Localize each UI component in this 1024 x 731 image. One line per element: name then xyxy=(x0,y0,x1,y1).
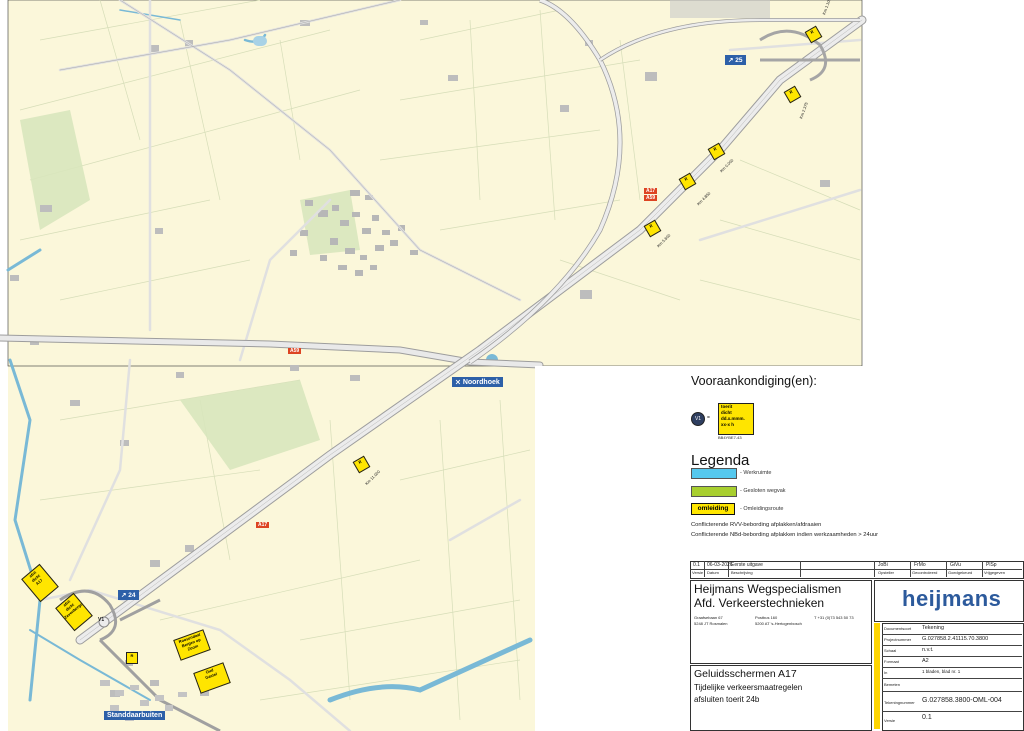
legend-label-gesloten: - Gesloten wegvak xyxy=(740,488,786,494)
legend-note-1: Conflicterende RVV-bebording afplakken/a… xyxy=(691,522,822,528)
legend-swatch-werkruimte xyxy=(691,468,737,479)
v1-sign-code: BB4YBE7-43 xyxy=(718,435,742,440)
place-label-standdaarbuiten: Standdaarbuiten xyxy=(104,711,166,720)
legend-swatch-gesloten xyxy=(691,486,737,497)
noordhoek-name: Noordhoek xyxy=(462,379,500,386)
title-block: 0.1 06-03-2026 Eerste uitgave JoBi FrMo … xyxy=(690,561,1024,731)
company-department: Afd. Verkeerstechnieken xyxy=(694,596,825,610)
rev-hdr-gecontroleerd: Gecontroleerd xyxy=(912,570,938,575)
rev-hdr-opsteller: Opsteller xyxy=(878,570,895,575)
legend-omleiding-box: omleiding xyxy=(691,503,735,515)
legend-title: Vooraankondiging(en): xyxy=(691,374,817,388)
v1-sign-line4: xx-x h xyxy=(721,422,735,427)
rev-version: 0.1 xyxy=(693,562,700,568)
fields-accent-bar xyxy=(874,623,880,729)
pond-top xyxy=(253,36,267,46)
exit-25-number: 25 xyxy=(735,57,743,64)
rev-hdr-goedgekeurd: Goedgekeurd xyxy=(948,570,973,575)
project-subtitle-2: afsluiten toerit 24b xyxy=(694,695,760,704)
project-subtitle-1: Tijdelijke verkeersmaatregelen xyxy=(694,683,803,692)
address-street: Graafsebaan 67 xyxy=(694,615,723,620)
field-value-formaat: A2 xyxy=(922,658,929,664)
field-label-tekeningnummer: Tekeningnummer xyxy=(884,700,915,705)
company-name: Heijmans Wegspecialismen xyxy=(694,582,842,596)
v1-equals: = xyxy=(707,415,710,421)
exit-24-number: 24 xyxy=(128,592,136,599)
field-value-in: 1 bladen, blad nr. 1 xyxy=(922,669,961,674)
industrial-area xyxy=(670,0,770,18)
v1-map-marker: V1 xyxy=(98,617,105,623)
heijmans-logo: heijmans xyxy=(902,586,1002,611)
address-phone: T +31 (0)73 543 50 73 xyxy=(814,615,854,620)
rev-hdr-beschrijving: Beschrijving xyxy=(731,570,753,575)
road-shield-a59: A59 xyxy=(288,348,302,354)
field-value-versie: 0.1 xyxy=(922,714,932,721)
rev-vrijgegeven: PlSp xyxy=(986,562,997,568)
rev-goedgekeurd: GiVu xyxy=(950,562,961,568)
place-label-noordhoek: ⨯ Noordhoek xyxy=(452,377,503,387)
field-value-projectnummer: G.027858.2.41115.70.3800 xyxy=(922,636,989,642)
field-label-bemeten: Bemeten xyxy=(884,682,901,687)
road-shield-a17: A17 xyxy=(256,522,270,528)
field-label-schaal: Schaal xyxy=(884,648,897,653)
rev-description: Eerste uitgave xyxy=(731,562,763,568)
rev-gecontroleerd: FrMo xyxy=(914,562,926,568)
rev-hdr-datum: Datum xyxy=(707,570,719,575)
legend-panel: Vooraankondiging(en): V1 = toerit dicht … xyxy=(535,366,1024,731)
address-city: 5248 JT Rosmalen xyxy=(694,621,728,626)
field-value-schaal: n.v.t. xyxy=(922,647,934,653)
exit-25-label: ↗ 25 xyxy=(725,55,746,65)
legend-label-werkruimte: - Werkruimte xyxy=(740,470,772,476)
road-shield-a59-top: A59 xyxy=(644,195,658,201)
rev-opsteller: JoBi xyxy=(878,562,888,568)
rev-hdr-vrijgegeven: Vrijgegeven xyxy=(984,570,1005,575)
rev-hdr-versie: Versie xyxy=(692,570,704,575)
field-label-formaat: Formaat xyxy=(884,659,899,664)
field-label-projectnummer: Projectnummer xyxy=(884,637,912,642)
legenda-title: Legenda xyxy=(691,452,750,469)
field-label-documentsoort: Documentsoort xyxy=(884,626,912,631)
field-value-tekeningnummer: G.027858.3800-OML-004 xyxy=(922,697,1002,704)
rev-date: 06-03-2026 xyxy=(707,562,733,568)
v1-sign: toerit dicht dd.x.mmm. xx-x h xyxy=(718,403,754,435)
field-label-in: In xyxy=(884,670,888,675)
address-postbus: Postbus 160 xyxy=(755,615,778,620)
v1-symbol: V1 xyxy=(691,412,705,426)
legend-note-2: Conflicterende NBd-bebording afplakken i… xyxy=(691,532,879,538)
project-title: Geluidsschermen A17 xyxy=(694,668,797,680)
exit-24-label: ↗ 24 xyxy=(118,590,139,600)
road-shield-a17-top: A17 xyxy=(644,188,658,194)
field-label-versie: Versie xyxy=(884,718,896,723)
address-postcity: 5200 AT 's-Hertogenbosch xyxy=(755,621,802,626)
arrow-sign-7: R xyxy=(126,652,138,664)
legend-label-omleidingsroute: - Omleidingsroute xyxy=(740,506,784,512)
field-value-documentsoort: Tekening xyxy=(922,625,945,631)
